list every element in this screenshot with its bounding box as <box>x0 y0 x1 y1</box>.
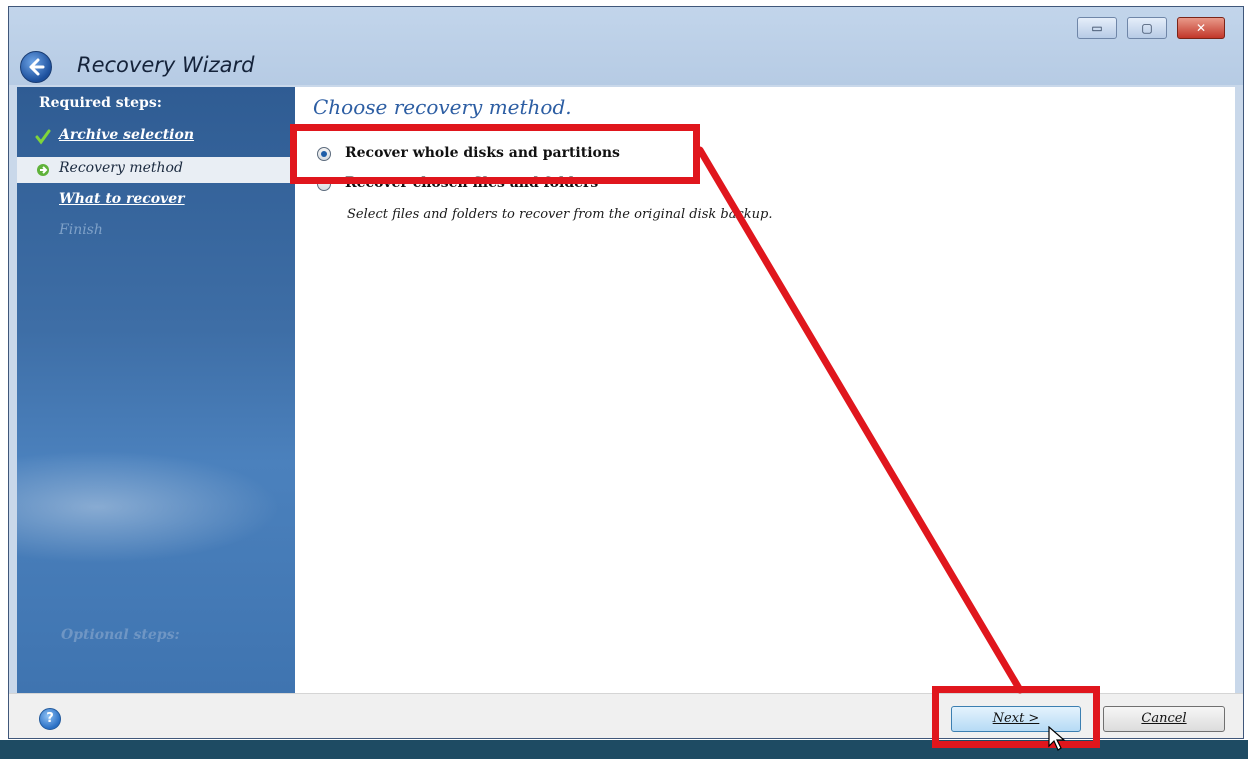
step-label: Finish <box>59 222 103 238</box>
main-content: Choose recovery method. Recover whole di… <box>295 87 1235 693</box>
step-label: What to recover <box>59 191 185 207</box>
radio-selected[interactable] <box>317 147 331 161</box>
step-recovery-method: Recovery method <box>17 157 295 183</box>
option-description: Select files and folders to recover from… <box>347 207 773 222</box>
window-title: Recovery Wizard <box>77 53 255 77</box>
step-archive-selection[interactable]: Archive selection <box>17 124 295 150</box>
next-button-label: Next > <box>992 711 1040 726</box>
step-what-to-recover[interactable]: What to recover <box>17 188 295 214</box>
radio-unselected[interactable] <box>317 177 331 191</box>
minimize-icon: ▭ <box>1091 21 1103 35</box>
help-icon[interactable]: ? <box>39 708 61 730</box>
steps-sidebar: Required steps: Archive selection Recove… <box>17 87 295 693</box>
maximize-button[interactable]: ▢ <box>1127 17 1167 39</box>
checkmark-icon <box>35 129 51 149</box>
mouse-cursor-icon <box>1048 726 1066 751</box>
page-heading: Choose recovery method. <box>313 95 572 119</box>
title-bar: Recovery Wizard ▭ ▢ ✕ <box>9 7 1243 85</box>
back-arrow-icon[interactable] <box>20 51 52 83</box>
step-label: Recovery method <box>59 160 183 176</box>
required-steps-heading: Required steps: <box>39 95 162 111</box>
current-step-arrow-icon <box>35 162 51 182</box>
close-icon: ✕ <box>1195 21 1207 35</box>
optional-steps-heading: Optional steps: <box>61 627 180 643</box>
minimize-button[interactable]: ▭ <box>1077 17 1117 39</box>
step-label: Archive selection <box>59 127 195 143</box>
option-label: Recover chosen files and folders <box>345 175 599 191</box>
close-button[interactable]: ✕ <box>1177 17 1225 39</box>
recovery-wizard-window: Recovery Wizard ▭ ▢ ✕ Required steps: Ar… <box>8 6 1244 739</box>
maximize-icon: ▢ <box>1141 21 1153 35</box>
cancel-button[interactable]: Cancel <box>1103 706 1225 732</box>
step-finish: Finish <box>17 219 295 245</box>
cancel-button-label: Cancel <box>1141 711 1187 726</box>
option-label: Recover whole disks and partitions <box>345 145 620 161</box>
